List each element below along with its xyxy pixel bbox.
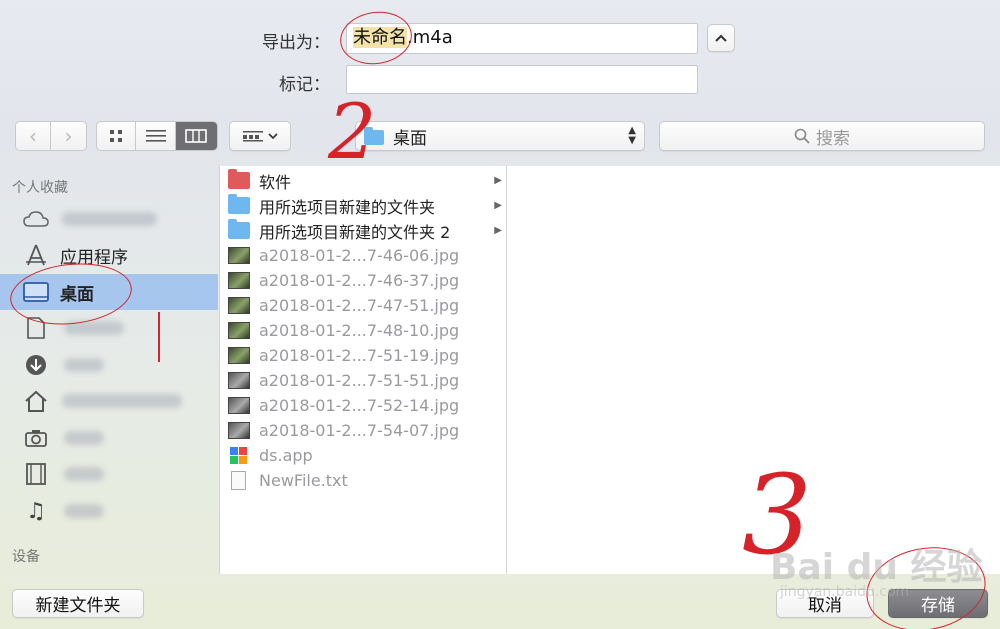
file-row: NewFile.txt xyxy=(228,468,506,493)
file-name: a2018-01-2...7-54-07.jpg xyxy=(259,421,460,440)
list-view-button[interactable] xyxy=(136,122,176,150)
export-as-label: 导出为： xyxy=(262,33,330,53)
sidebar-item-home[interactable] xyxy=(0,383,218,419)
columns-icon xyxy=(185,129,208,143)
file-name: a2018-01-2...7-47-51.jpg xyxy=(259,296,460,315)
blurred-label xyxy=(62,394,182,408)
sidebar-item-pictures[interactable] xyxy=(0,420,218,456)
forward-button[interactable]: › xyxy=(51,122,86,150)
disclosure-arrow-icon: ▶ xyxy=(494,175,502,186)
image-thumbnail-icon xyxy=(228,372,250,389)
collapse-button[interactable] xyxy=(707,24,735,52)
file-name: 用所选项目新建的文件夹 2 xyxy=(259,222,451,242)
camera-icon xyxy=(22,424,50,452)
chevron-right-icon: › xyxy=(64,124,73,148)
devices-heading: 设备 xyxy=(12,549,40,565)
image-thumbnail-icon xyxy=(228,247,250,264)
applications-icon xyxy=(22,241,50,269)
icon-view-button[interactable] xyxy=(97,122,137,150)
file-row: a2018-01-2...7-46-37.jpg xyxy=(228,268,506,293)
home-icon xyxy=(22,387,50,415)
watermark-url: jingyan.baidu.com xyxy=(780,584,910,600)
image-thumbnail-icon xyxy=(228,322,250,339)
blurred-label xyxy=(64,467,104,481)
image-thumbnail-icon xyxy=(228,272,250,289)
disclosure-arrow-icon: ▶ xyxy=(494,200,502,211)
file-name: ds.app xyxy=(259,446,313,465)
cloud-icon xyxy=(22,205,50,233)
file-row: a2018-01-2...7-47-51.jpg xyxy=(228,293,506,318)
file-name: a2018-01-2...7-46-06.jpg xyxy=(259,246,460,265)
filename-extension: .m4a xyxy=(407,27,453,48)
watermark-logo: Bai du 经验 xyxy=(770,547,983,588)
file-row: a2018-01-2...7-51-19.jpg xyxy=(228,343,506,368)
view-mode-control xyxy=(96,121,218,151)
file-column: 软件 ▶ 用所选项目新建的文件夹 ▶ 用所选项目新建的文件夹 2 ▶ a2018… xyxy=(219,166,507,574)
sidebar-item-icloud[interactable] xyxy=(0,201,218,237)
sidebar-item-music[interactable]: ♫ xyxy=(0,493,218,529)
back-button[interactable]: ‹ xyxy=(16,122,52,150)
image-thumbnail-icon xyxy=(228,397,250,414)
favorites-heading: 个人收藏 xyxy=(12,180,68,196)
folder-icon xyxy=(228,219,250,239)
tags-input[interactable] xyxy=(346,65,698,94)
annotation-step-2: 2 xyxy=(328,87,377,176)
location-popup[interactable]: 桌面 ▲ ▼ xyxy=(355,121,645,151)
file-row: a2018-01-2...7-52-14.jpg xyxy=(228,393,506,418)
file-row: ds.app xyxy=(228,443,506,468)
list-icon xyxy=(145,130,166,142)
file-name: NewFile.txt xyxy=(259,471,348,490)
music-icon: ♫ xyxy=(26,498,46,524)
sidebar-item-downloads[interactable] xyxy=(0,347,218,383)
new-folder-button[interactable]: 新建文件夹 xyxy=(12,589,144,618)
grid-icon xyxy=(110,130,123,142)
annotation-mark-1 xyxy=(158,312,160,362)
search-field[interactable]: 搜索 xyxy=(659,121,985,151)
text-file-icon xyxy=(231,471,246,490)
folder-icon xyxy=(228,169,250,189)
file-row-new-folder[interactable]: 用所选项目新建的文件夹 ▶ xyxy=(228,193,506,218)
chevron-down-icon xyxy=(268,133,278,140)
sidebar-item-movies[interactable] xyxy=(0,456,218,492)
location-label: 桌面 xyxy=(393,128,427,149)
file-name: a2018-01-2...7-48-10.jpg xyxy=(259,321,460,340)
file-name: 用所选项目新建的文件夹 xyxy=(259,197,436,217)
file-row: a2018-01-2...7-46-06.jpg xyxy=(228,243,506,268)
search-icon xyxy=(794,128,810,144)
file-name: a2018-01-2...7-51-51.jpg xyxy=(259,371,460,390)
chevron-up-icon xyxy=(715,34,727,42)
chevron-left-icon: ‹ xyxy=(29,124,37,148)
blurred-label xyxy=(64,358,104,372)
downloads-icon xyxy=(22,351,50,379)
disclosure-arrow-icon: ▶ xyxy=(494,225,502,236)
image-thumbnail-icon xyxy=(228,347,250,364)
search-placeholder: 搜索 xyxy=(816,128,850,149)
folder-icon xyxy=(228,194,250,214)
blurred-label xyxy=(64,504,104,518)
column-view-button[interactable] xyxy=(175,122,217,150)
movies-icon xyxy=(22,460,50,488)
annotation-circle-filename xyxy=(336,7,416,69)
file-name: a2018-01-2...7-46-37.jpg xyxy=(259,271,460,290)
app-icon xyxy=(230,447,247,464)
file-name: a2018-01-2...7-51-19.jpg xyxy=(259,346,460,365)
file-row: a2018-01-2...7-51-51.jpg xyxy=(228,368,506,393)
nav-buttons: ‹ › xyxy=(15,121,87,151)
blurred-label xyxy=(62,212,157,226)
image-thumbnail-icon xyxy=(228,422,250,439)
tags-label: 标记： xyxy=(279,75,330,95)
arrange-menu-button[interactable] xyxy=(229,121,291,151)
file-name: a2018-01-2...7-52-14.jpg xyxy=(259,396,460,415)
file-row-new-folder-2[interactable]: 用所选项目新建的文件夹 2 ▶ xyxy=(228,218,506,243)
file-name: 软件 xyxy=(259,172,292,192)
image-thumbnail-icon xyxy=(228,297,250,314)
file-row: a2018-01-2...7-48-10.jpg xyxy=(228,318,506,343)
file-row: a2018-01-2...7-54-07.jpg xyxy=(228,418,506,443)
blurred-label xyxy=(64,431,104,445)
updown-chevron-icon: ▲ ▼ xyxy=(628,125,636,146)
arrange-grid-icon xyxy=(243,131,263,142)
